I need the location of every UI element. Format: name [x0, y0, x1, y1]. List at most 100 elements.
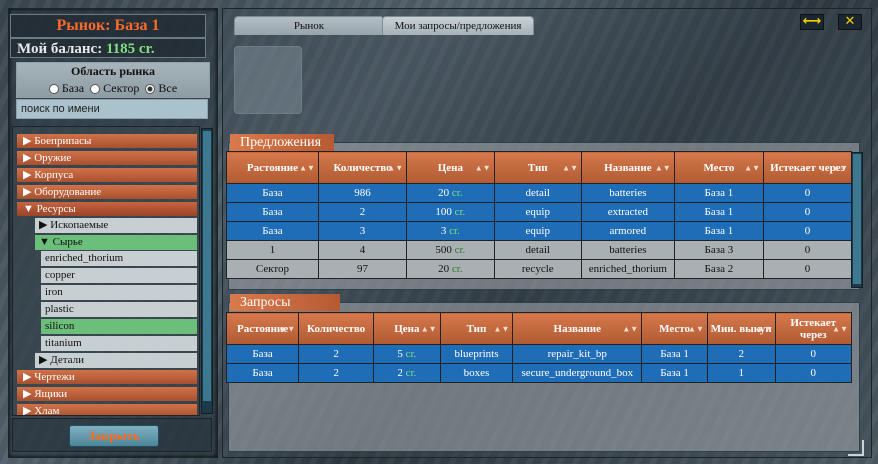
category-boxes[interactable]: ▶ Ящики — [17, 387, 197, 401]
col-place[interactable]: Место ▲▼ — [641, 312, 708, 345]
search-input[interactable]: поиск по имени — [16, 99, 208, 119]
col-distance[interactable]: Растояние ▲▼ — [226, 151, 319, 184]
table-row[interactable]: База 2 100 cr. equip extracted База 10 — [226, 202, 852, 222]
category-equipment[interactable]: ▶ Оборудование — [17, 185, 197, 199]
category-blueprints[interactable]: ▶ Чертежи — [17, 370, 197, 384]
cell-type: detail — [493, 183, 583, 203]
category-ammo[interactable]: ▶ Боеприпасы — [17, 134, 197, 148]
currency-label: cr. — [451, 263, 463, 275]
col-type[interactable]: Тип ▲▼ — [493, 151, 583, 184]
currency-label: cr. — [454, 244, 466, 256]
cell-price: 20 cr. — [406, 183, 495, 203]
cell-name: armored — [581, 221, 675, 241]
balance-label: Мой баланс: — [17, 41, 103, 57]
cell-place: База 1 — [673, 183, 765, 203]
cell-place: База 1 — [641, 344, 708, 364]
table-row[interactable]: База 2 5 cr. blueprints repair_kit_bp База 12… — [225, 344, 853, 364]
requests-table: Растояние ▲▼ Количество Цена ▲▼ Тип ▲▼ Назв… — [225, 312, 853, 383]
col-place[interactable]: Место ▲▼ — [673, 151, 765, 184]
currency-label: cr. — [451, 187, 463, 199]
cell-quantity: 2 — [298, 344, 375, 364]
category-weapons[interactable]: ▶ Оружие — [17, 151, 197, 165]
radio-dot[interactable] — [90, 83, 101, 94]
radio-label: Все — [158, 81, 178, 95]
price-value: 20 — [438, 263, 450, 275]
cell-expires: 0 — [774, 363, 853, 383]
item-plastic[interactable]: plastic — [41, 302, 197, 317]
item-iron[interactable]: iron — [41, 285, 197, 300]
cell-price: 2 cr. — [373, 363, 441, 383]
tab-market[interactable]: Рынок — [234, 16, 384, 35]
cell-expires: 0 — [763, 202, 852, 222]
currency-label: cr. — [405, 367, 417, 379]
radio-all[interactable]: Все — [145, 81, 177, 96]
table-row[interactable]: База 986 20 cr. detail batteries База 10 — [226, 183, 852, 203]
offers-scroll-thumb[interactable] — [853, 154, 861, 284]
tree-scrollbar[interactable] — [201, 128, 213, 414]
cell-type: blueprints — [439, 344, 514, 364]
item-titanium[interactable]: titanium — [41, 336, 197, 351]
market-area-box: Область рынка База Сектор Все — [16, 62, 210, 98]
item-copper[interactable]: copper — [41, 268, 197, 283]
col-name[interactable]: Название ▲▼ — [512, 312, 643, 345]
resize-handle-icon[interactable] — [848, 440, 864, 456]
cell-distance: База — [226, 221, 319, 241]
price-value: 500 — [435, 244, 452, 256]
col-quantity[interactable]: Количество ▲▼ — [317, 151, 408, 184]
col-expires[interactable]: Истекает через ▲▼ — [763, 151, 852, 184]
col-type[interactable]: Тип ▲▼ — [439, 312, 514, 345]
category-junk[interactable]: ▶ Хлам — [17, 404, 197, 415]
tree-scroll-thumb[interactable] — [203, 131, 211, 401]
col-distance[interactable]: Растояние ▲▼ — [225, 312, 300, 345]
cell-type: equip — [493, 202, 583, 222]
subcategory-raw[interactable]: ▼ Сырье — [35, 235, 197, 250]
cell-distance: База — [225, 344, 300, 364]
price-value: 20 — [438, 187, 450, 199]
cell-name: batteries — [581, 240, 675, 260]
category-resources[interactable]: ▼ Ресурсы — [17, 202, 197, 216]
radio-sector[interactable]: Сектор — [90, 81, 139, 96]
table-row[interactable]: Сектор 97 20 cr. recycle enriched_thorium Баз… — [226, 259, 852, 279]
subcategory-minerals[interactable]: ▶ Ископаемые — [35, 218, 197, 233]
col-min-buyout[interactable]: Мин. выкуп ▲▼ — [706, 312, 776, 345]
cell-name: extracted — [581, 202, 675, 222]
currency-label: cr. — [449, 225, 460, 237]
table-row[interactable]: База 3 3 cr. equip armored База 10 — [226, 221, 852, 241]
col-quantity[interactable]: Количество — [298, 312, 375, 345]
offers-scrollbar[interactable] — [851, 152, 863, 288]
radio-label: База — [61, 81, 85, 95]
radio-dot-selected[interactable] — [145, 83, 156, 94]
item-enriched-thorium[interactable]: enriched_thorium — [41, 251, 197, 266]
close-icon[interactable]: ✕ — [838, 14, 862, 30]
col-price[interactable]: Цена ▲▼ — [373, 312, 441, 345]
cell-quantity: 3 — [317, 221, 408, 241]
cell-distance: База — [225, 363, 300, 383]
category-hulls[interactable]: ▶ Корпуса — [17, 168, 197, 182]
price-value: 2 — [397, 367, 403, 379]
close-button[interactable]: Закрыть — [69, 425, 159, 447]
cell-expires: 0 — [763, 183, 852, 203]
tab-my-orders[interactable]: Мои запросы/предложения — [382, 16, 534, 35]
balance: Мой баланс: 1185 cr. — [10, 38, 206, 58]
table-row[interactable]: База 2 2 cr. boxes secure_underground_box Баз… — [225, 363, 853, 383]
col-price[interactable]: Цена ▲▼ — [406, 151, 495, 184]
cell-quantity: 2 — [317, 202, 408, 222]
currency-label: cr. — [405, 348, 417, 360]
expand-horizontal-icon[interactable]: ⟷ — [800, 14, 824, 30]
cell-distance: База — [226, 202, 319, 222]
cell-quantity: 986 — [317, 183, 408, 203]
cell-name: secure_underground_box — [512, 363, 643, 383]
market-area-title: Область рынка — [70, 64, 156, 78]
cell-place: База 2 — [673, 259, 765, 279]
subcategory-parts[interactable]: ▶ Детали — [35, 353, 197, 368]
radio-base[interactable]: База — [48, 81, 85, 96]
cell-price: 3 cr. — [406, 221, 495, 241]
item-silicon[interactable]: silicon — [41, 319, 197, 334]
col-expires[interactable]: Истекает через ▲▼ — [774, 312, 853, 345]
radio-dot[interactable] — [48, 83, 59, 94]
cell-distance: База — [226, 183, 319, 203]
table-row[interactable]: 1 4 500 cr. detail batteries База 30 — [226, 240, 852, 260]
offers-table: Растояние ▲▼ Количество ▲▼ Цена ▲▼ Тип ▲▼ На… — [226, 151, 852, 279]
cell-expires: 0 — [774, 344, 853, 364]
col-name[interactable]: Название ▲▼ — [581, 151, 675, 184]
